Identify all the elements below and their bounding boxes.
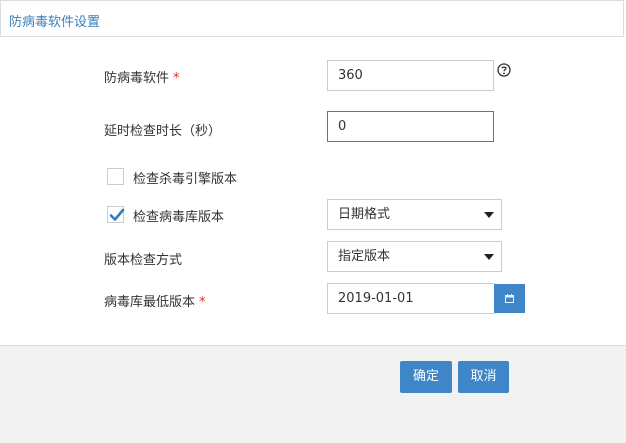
version-method-select[interactable]: 指定版本: [327, 241, 502, 272]
db-format-select[interactable]: 日期格式: [327, 199, 502, 230]
calendar-icon: [505, 294, 514, 303]
min-db-version-label: 病毒库最低版本 *: [104, 291, 206, 310]
db-format-select-value: 日期格式: [338, 207, 391, 222]
version-method-label: 版本检查方式: [104, 253, 183, 268]
delay-input[interactable]: 0: [327, 111, 494, 142]
chevron-down-icon: [484, 212, 494, 218]
dialog-title-bar: 防病毒软件设置: [0, 0, 624, 37]
min-db-version-input[interactable]: 2019-01-01: [327, 283, 495, 314]
min-db-version-label-text: 病毒库最低版本: [104, 295, 196, 310]
form-area: [0, 37, 626, 345]
checkmark-icon: [109, 208, 125, 221]
dialog-title: 防病毒软件设置: [9, 15, 101, 30]
delay-label: 延时检查时长（秒）: [104, 124, 222, 139]
cancel-button[interactable]: 取消: [458, 361, 509, 393]
check-engine-checkbox[interactable]: [107, 168, 124, 185]
required-mark: *: [173, 71, 180, 86]
question-circle-icon[interactable]: [497, 63, 511, 77]
required-mark: *: [199, 295, 206, 310]
chevron-down-icon: [484, 254, 494, 260]
check-db-label: 检查病毒库版本: [133, 210, 225, 225]
antivirus-label: 防病毒软件 *: [104, 67, 180, 86]
check-db-checkbox[interactable]: [107, 206, 125, 223]
antivirus-label-text: 防病毒软件: [104, 71, 170, 86]
confirm-button[interactable]: 确定: [400, 361, 452, 393]
date-picker-button[interactable]: [494, 284, 525, 313]
check-engine-label: 检查杀毒引擎版本: [133, 172, 238, 187]
version-method-select-value: 指定版本: [338, 249, 391, 264]
antivirus-settings-dialog: 防病毒软件设置 防病毒软件 * 360 延时检查时长（秒） 0 检查杀毒引擎版本 …: [0, 0, 626, 443]
dialog-footer: 确定 取消: [0, 345, 626, 443]
antivirus-input[interactable]: 360: [327, 60, 494, 91]
